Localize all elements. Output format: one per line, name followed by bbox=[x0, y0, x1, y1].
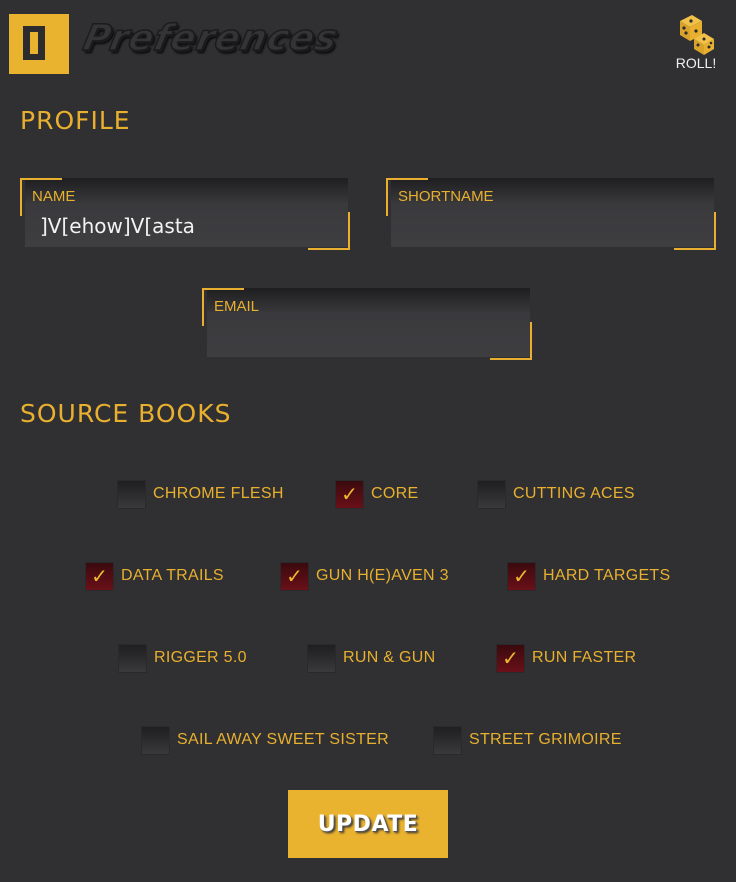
book-label: RUN & GUN bbox=[343, 649, 436, 666]
shortname-input[interactable] bbox=[406, 212, 696, 240]
book-checkbox[interactable]: ✓ bbox=[496, 643, 525, 673]
source-books-heading: SOURCE BOOKS bbox=[20, 399, 232, 428]
book-checkbox[interactable] bbox=[117, 479, 146, 509]
roll-button[interactable]: ROLL! bbox=[674, 13, 718, 71]
book-checkbox[interactable]: ✓ bbox=[85, 561, 114, 591]
page-title: Preferences bbox=[79, 17, 343, 60]
book-checkbox[interactable] bbox=[307, 643, 336, 673]
book-option[interactable]: ✓ RUN FASTER bbox=[496, 643, 636, 673]
book-label: CUTTING ACES bbox=[513, 485, 635, 502]
book-label: SAIL AWAY SWEET SISTER bbox=[177, 731, 389, 748]
email-label: EMAIL bbox=[214, 298, 260, 315]
dice-icon bbox=[674, 13, 718, 57]
book-checkbox[interactable]: ✓ bbox=[280, 561, 309, 591]
profile-heading: PROFILE bbox=[20, 106, 131, 135]
shortname-label: SHORTNAME bbox=[398, 188, 494, 205]
book-checkbox[interactable] bbox=[433, 725, 462, 755]
check-icon: ✓ bbox=[341, 482, 358, 506]
book-option[interactable]: SAIL AWAY SWEET SISTER bbox=[141, 725, 389, 755]
check-icon: ✓ bbox=[502, 646, 519, 670]
book-checkbox[interactable] bbox=[118, 643, 147, 673]
book-label: RUN FASTER bbox=[532, 649, 637, 666]
book-checkbox[interactable]: ✓ bbox=[507, 561, 536, 591]
book-label: CHROME FLESH bbox=[153, 485, 284, 502]
email-input[interactable] bbox=[222, 322, 512, 350]
book-option[interactable]: ✓ DATA TRAILS bbox=[85, 561, 224, 591]
book-checkbox[interactable]: ✓ bbox=[335, 479, 364, 509]
book-option[interactable]: RIGGER 5.0 bbox=[118, 643, 247, 673]
check-icon: ✓ bbox=[91, 564, 108, 588]
name-label: NAME bbox=[32, 188, 76, 205]
check-icon: ✓ bbox=[286, 564, 303, 588]
book-option[interactable]: ✓ HARD TARGETS bbox=[507, 561, 670, 591]
name-field: NAME bbox=[20, 178, 350, 250]
book-label: CORE bbox=[371, 485, 419, 502]
book-label: HARD TARGETS bbox=[543, 567, 671, 584]
book-label: STREET GRIMOIRE bbox=[469, 731, 622, 748]
book-option[interactable]: ✓ GUN H(E)AVEN 3 bbox=[280, 561, 449, 591]
book-option[interactable]: RUN & GUN bbox=[307, 643, 435, 673]
name-input[interactable] bbox=[40, 212, 330, 240]
email-field: EMAIL bbox=[202, 288, 532, 360]
book-label: RIGGER 5.0 bbox=[154, 649, 247, 666]
check-icon: ✓ bbox=[513, 564, 530, 588]
book-label: GUN H(E)AVEN 3 bbox=[316, 567, 449, 584]
book-checkbox[interactable] bbox=[477, 479, 506, 509]
update-button[interactable]: UPDATE bbox=[288, 790, 448, 858]
shortname-field: SHORTNAME bbox=[386, 178, 716, 250]
book-option[interactable]: CHROME FLESH bbox=[117, 479, 284, 509]
book-checkbox[interactable] bbox=[141, 725, 170, 755]
door-logo-icon bbox=[23, 26, 45, 60]
roll-label: ROLL! bbox=[675, 55, 717, 71]
book-option[interactable]: ✓ CORE bbox=[335, 479, 418, 509]
book-option[interactable]: CUTTING ACES bbox=[477, 479, 635, 509]
book-option[interactable]: STREET GRIMOIRE bbox=[433, 725, 622, 755]
book-label: DATA TRAILS bbox=[121, 567, 224, 584]
app-logo bbox=[9, 14, 69, 74]
